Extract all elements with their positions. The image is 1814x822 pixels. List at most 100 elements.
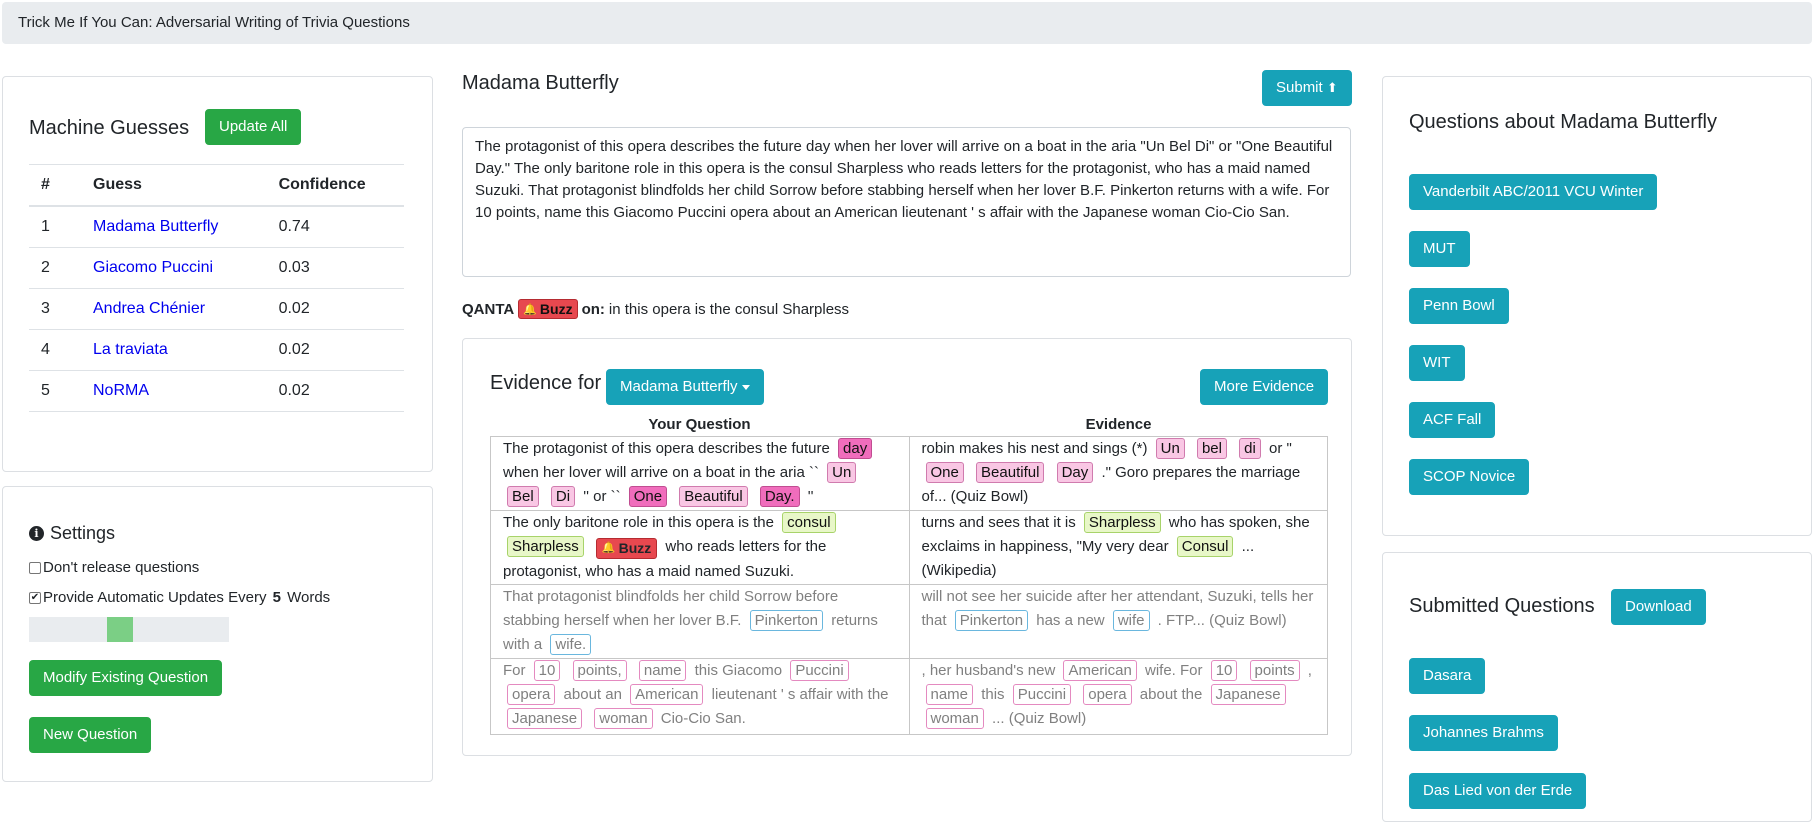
highlight-word: Pinkerton xyxy=(954,610,1029,631)
related-question-button[interactable]: Penn Bowl xyxy=(1409,288,1509,324)
highlight-word: Puccini xyxy=(790,660,849,681)
text-span: or " xyxy=(1269,440,1292,457)
table-row: 2 Giacomo Puccini 0.03 xyxy=(29,247,404,289)
highlight-word: One xyxy=(628,486,668,507)
question-cell: That protagonist blindfolds her child So… xyxy=(490,584,910,659)
col-rank-header: # xyxy=(29,164,81,207)
table-row: That protagonist blindfolds her child So… xyxy=(490,584,1328,659)
related-questions-title: Questions about Madama Butterfly xyxy=(1409,111,1717,133)
text-span: when her lover will arrive on a boat in … xyxy=(503,464,819,481)
highlight-word: opera xyxy=(1083,684,1132,705)
update-all-button[interactable]: Update All xyxy=(205,109,302,145)
buzz-marker: 🔔 Buzz xyxy=(595,538,658,559)
highlight-word: woman xyxy=(925,708,984,729)
text-span: For xyxy=(503,662,526,679)
submitted-question-button[interactable]: Das Lied von der Erde xyxy=(1409,773,1587,809)
info-icon: i xyxy=(29,526,44,541)
highlight-word: American xyxy=(630,684,704,705)
related-question-button[interactable]: Vanderbilt ABC/2011 VCU Winter xyxy=(1409,174,1658,210)
table-row: 5 NoRMA 0.02 xyxy=(29,370,404,412)
highlight-word: di xyxy=(1239,438,1261,459)
submitted-question-button[interactable]: Dasara xyxy=(1409,658,1486,694)
highlight-word: Un xyxy=(1155,438,1185,459)
highlight-word: Pinkerton xyxy=(749,610,824,631)
highlight-word: Beautiful xyxy=(976,462,1045,483)
highlight-word: bel xyxy=(1196,438,1227,459)
question-cell: For 10 points, name this Giacomo Puccini… xyxy=(490,658,910,735)
settings-title: i Settings xyxy=(29,523,115,544)
evidence-card: Evidence for Madama Butterfly More Evide… xyxy=(462,338,1352,756)
related-question-button[interactable]: MUT xyxy=(1409,231,1470,267)
guess-link[interactable]: Madama Butterfly xyxy=(81,206,267,248)
text-span: about the xyxy=(1139,686,1203,703)
machine-guesses-title: Machine Guesses xyxy=(29,117,190,139)
guess-link[interactable]: NoRMA xyxy=(81,370,267,412)
text-span: . FTP... (Quiz Bowl) xyxy=(1157,612,1287,629)
related-questions-card: Questions about Madama Butterfly Vanderb… xyxy=(1382,76,1812,536)
table-row: For 10 points, name this Giacomo Puccini… xyxy=(490,658,1328,735)
guess-confidence: 0.02 xyxy=(266,329,404,371)
question-title: Madama Butterfly xyxy=(462,72,619,94)
guess-confidence: 0.74 xyxy=(266,206,404,248)
dont-release-row[interactable]: Don't release questions xyxy=(29,559,199,576)
buzz-status: QANTA 🔔 Buzz on: in this opera is the co… xyxy=(462,299,849,319)
highlight-word: One xyxy=(925,462,964,483)
text-span: about an xyxy=(563,686,622,703)
bell-icon: 🔔 xyxy=(523,303,537,316)
highlight-word: Sharpless xyxy=(507,536,584,557)
update-progress-bar xyxy=(29,617,229,642)
auto-update-row[interactable]: ✔ Provide Automatic Updates Every 5 Word… xyxy=(29,589,330,606)
evidence-selected: Madama Butterfly xyxy=(620,378,738,395)
guess-link[interactable]: Giacomo Puccini xyxy=(81,247,267,289)
highlight-word: Bel xyxy=(507,486,539,507)
highlight-word: points xyxy=(1249,660,1300,681)
question-textarea[interactable]: The protagonist of this opera describes … xyxy=(462,127,1351,277)
text-span: , xyxy=(1307,662,1312,679)
highlight-word: Day xyxy=(1056,462,1094,483)
col-confidence-header: Confidence xyxy=(266,164,404,207)
guess-rank: 3 xyxy=(29,288,81,330)
highlight-word: woman xyxy=(594,708,653,729)
update-progress-fill xyxy=(107,617,133,642)
buzz-text: in this opera is the consul Sharpless xyxy=(608,300,850,318)
text-span: , her husband's new xyxy=(921,662,1056,679)
text-span: wife. For xyxy=(1145,662,1203,679)
highlight-word: Japanese xyxy=(507,708,583,729)
related-question-button[interactable]: SCOP Novice xyxy=(1409,459,1530,495)
evidence-cell: turns and sees that it is Sharpless who … xyxy=(908,510,1328,585)
submit-button[interactable]: Submit ⬆ xyxy=(1262,70,1352,106)
dont-release-checkbox[interactable] xyxy=(29,561,41,574)
text-span: lieutenant ' s affair with the xyxy=(711,686,889,703)
guesses-table: # Guess Confidence 1 Madama Butterfly 0.… xyxy=(29,164,404,412)
related-question-button[interactable]: WIT xyxy=(1409,345,1465,381)
question-cell: The only baritone role in this opera is … xyxy=(490,510,910,585)
guess-link[interactable]: La traviata xyxy=(81,329,267,371)
text-span: turns and sees that it is xyxy=(921,514,1076,531)
highlight-word: Puccini xyxy=(1012,684,1072,705)
buzz-label: Buzz xyxy=(539,301,573,317)
guess-link[interactable]: Andrea Chénier xyxy=(81,288,267,330)
table-row: 3 Andrea Chénier 0.02 xyxy=(29,288,404,330)
highlight-word: Sharpless xyxy=(1083,512,1161,533)
download-button[interactable]: Download xyxy=(1611,589,1706,625)
modify-question-button[interactable]: Modify Existing Question xyxy=(29,660,223,696)
text-span: The protagonist of this opera describes … xyxy=(503,440,830,457)
buzz-marker-label: Buzz xyxy=(618,540,652,556)
evidence-header: Evidence xyxy=(1085,416,1152,433)
more-evidence-button[interactable]: More Evidence xyxy=(1200,369,1329,405)
guess-rank: 2 xyxy=(29,247,81,289)
highlight-word: 10 xyxy=(1210,660,1238,681)
app-title[interactable]: Trick Me If You Can: Adversarial Writing… xyxy=(18,14,410,31)
auto-update-checkbox[interactable]: ✔ xyxy=(29,591,41,604)
text-span: has a new xyxy=(1036,612,1105,629)
highlight-word: consul xyxy=(782,512,836,533)
evidence-answer-dropdown[interactable]: Madama Butterfly xyxy=(606,369,764,405)
highlight-word: Japanese xyxy=(1210,684,1286,705)
evidence-cell: robin makes his nest and sings (*) Un be… xyxy=(908,436,1328,511)
guess-rank: 5 xyxy=(29,370,81,412)
new-question-button[interactable]: New Question xyxy=(29,717,152,753)
guess-rank: 4 xyxy=(29,329,81,371)
submitted-question-button[interactable]: Johannes Brahms xyxy=(1409,715,1558,751)
text-span: '' or `` xyxy=(583,488,621,505)
related-question-button[interactable]: ACF Fall xyxy=(1409,402,1496,438)
